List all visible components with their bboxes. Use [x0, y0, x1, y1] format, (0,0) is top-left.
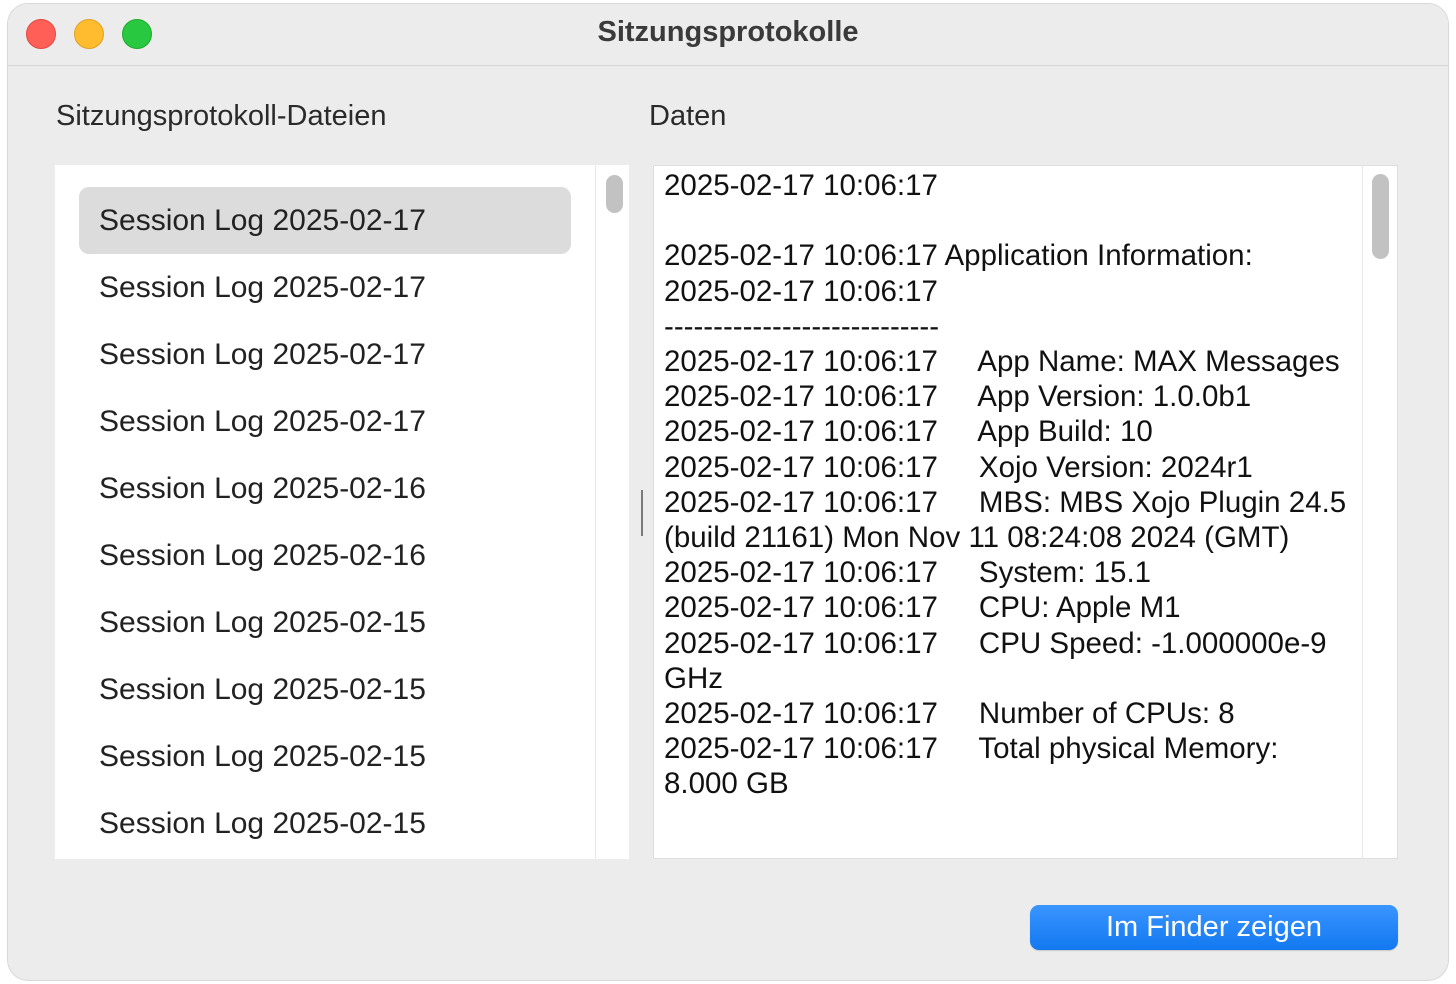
file-list-scrollbar-thumb[interactable]	[606, 175, 623, 213]
data-scrollbar-thumb[interactable]	[1372, 174, 1389, 259]
log-data-textarea[interactable]: 2025-02-17 10:06:17 2025-02-17 10:06:17 …	[653, 165, 1398, 859]
show-in-finder-button[interactable]: Im Finder zeigen	[1030, 905, 1398, 950]
file-list-item[interactable]: Session Log 2025-02-16	[79, 455, 571, 522]
file-list-scrollbar-track	[595, 165, 596, 859]
session-log-window: Sitzungsprotokolle Sitzungsprotokoll-Dat…	[8, 4, 1448, 980]
data-label: Daten	[649, 100, 727, 132]
split-view-handle[interactable]	[641, 490, 643, 536]
file-list-item[interactable]: Session Log 2025-02-15	[79, 656, 571, 723]
file-list-item[interactable]: Session Log 2025-02-17	[79, 254, 571, 321]
file-list-item[interactable]: Session Log 2025-02-16	[79, 522, 571, 589]
file-list-item[interactable]: Session Log 2025-02-15	[79, 589, 571, 656]
file-list-item[interactable]: Session Log 2025-02-15	[79, 790, 571, 857]
file-list-item[interactable]: Session Log 2025-02-17	[79, 388, 571, 455]
file-list-items: Session Log 2025-02-17 Session Log 2025-0…	[79, 187, 571, 857]
files-label: Sitzungsprotokoll-Dateien	[56, 100, 387, 132]
file-list-item[interactable]: Session Log 2025-02-17	[79, 321, 571, 388]
log-data-content[interactable]: 2025-02-17 10:06:17 2025-02-17 10:06:17 …	[664, 168, 1354, 802]
session-file-list[interactable]: Session Log 2025-02-17 Session Log 2025-0…	[55, 165, 629, 859]
window-title: Sitzungsprotokolle	[597, 16, 859, 48]
data-scrollbar-track	[1362, 166, 1363, 858]
title-bar[interactable]: Sitzungsprotokolle	[8, 4, 1448, 66]
file-list-item[interactable]: Session Log 2025-02-15	[79, 723, 571, 790]
file-list-item[interactable]: Session Log 2025-02-17	[79, 187, 571, 254]
